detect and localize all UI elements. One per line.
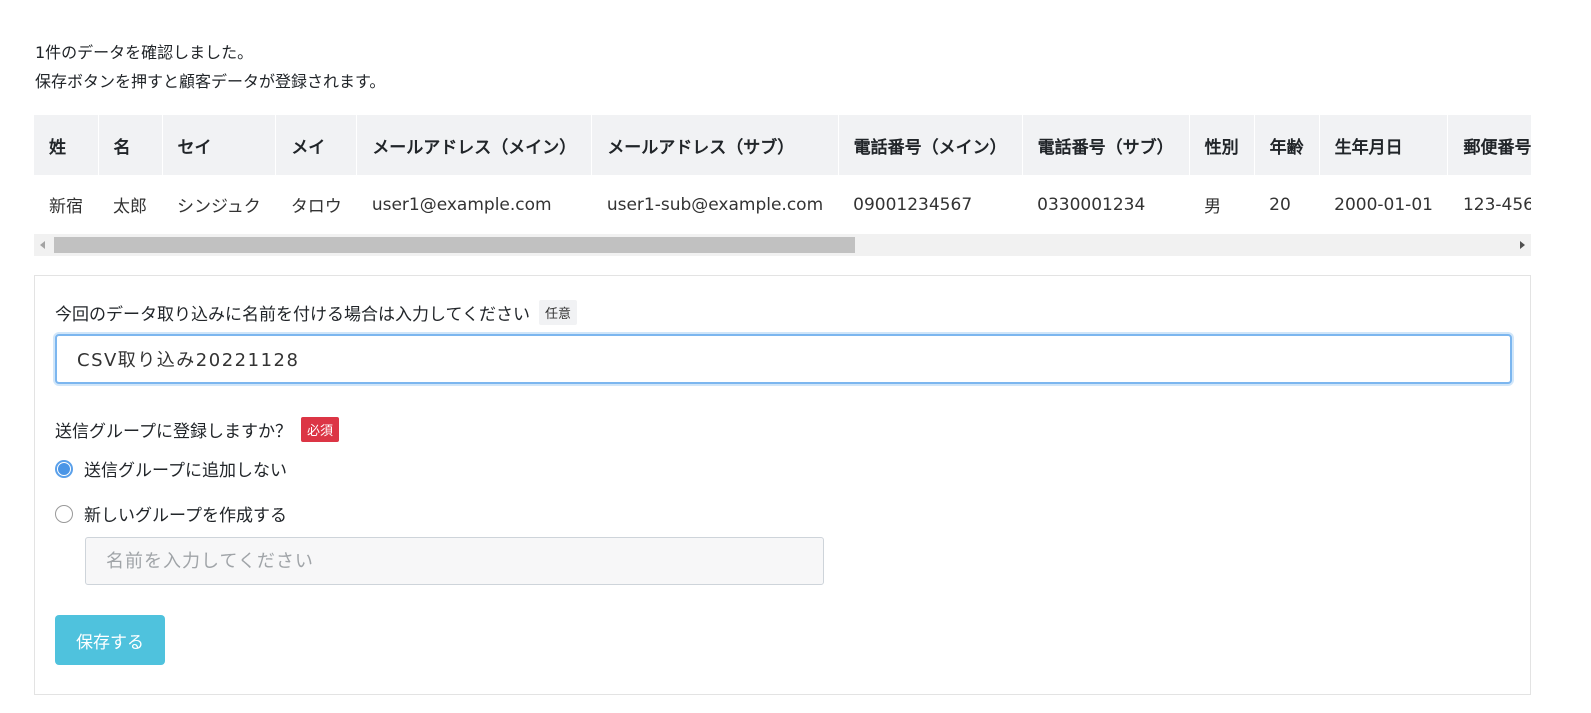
radio-option-new-group[interactable]: 新しいグループを作成する: [55, 501, 287, 526]
column-header-gender: 性別: [1189, 115, 1255, 175]
radio-new-group[interactable]: [55, 504, 73, 523]
cell-age: 20: [1269, 194, 1291, 215]
cell-last-name-kana: シンジュク: [177, 197, 261, 217]
column-header-last-name: 姓: [34, 115, 99, 175]
cell-last-name: 新宿: [49, 197, 83, 217]
radio-option-no-group[interactable]: 送信グループに追加しない: [55, 456, 287, 481]
intro-line-2: 保存ボタンを押すと顧客データが登録されます。: [35, 72, 386, 91]
cell-email-sub: user1-sub@example.com: [606, 194, 824, 215]
group-question-row: 送信グループに登録しますか？ 必須: [55, 417, 339, 442]
column-header-email-sub: メールアドレス（サブ）: [591, 115, 839, 175]
cell-gender: 男: [1204, 197, 1222, 217]
cell-birthdate: 2000-01-01: [1334, 194, 1433, 215]
save-button[interactable]: 保存する: [55, 615, 165, 665]
column-header-first-name-kana: メイ: [275, 115, 358, 175]
preview-table: 姓 名 セイ メイ メールアドレス（メイン） メールアドレス（サブ） 電話番号（…: [34, 115, 1531, 234]
column-header-phone-sub: 電話番号（サブ）: [1022, 115, 1190, 175]
cell-phone-main: 09001234567: [853, 194, 973, 215]
column-header-phone-main: 電話番号（メイン）: [838, 115, 1023, 175]
cell-postal-code: 123-4567: [1462, 194, 1531, 215]
scrollbar-thumb[interactable]: [54, 237, 855, 253]
page: 1件のデータを確認しました。 保存ボタンを押すと顧客データが登録されます。 姓 …: [0, 0, 1591, 713]
optional-badge: 任意: [538, 300, 577, 325]
cell-phone-sub: 0330001234: [1037, 194, 1146, 215]
group-question-label: 送信グループに登録しますか？: [55, 422, 292, 442]
cell-first-name: 太郎: [113, 197, 147, 217]
import-name-input[interactable]: [55, 334, 1512, 384]
import-settings-panel: 今回のデータ取り込みに名前を付ける場合は入力してください 任意 送信グループに登…: [34, 275, 1531, 695]
column-header-age: 年齢: [1254, 115, 1320, 175]
column-header-postal-code: 郵便番号: [1447, 115, 1531, 175]
table-header-row: 姓 名 セイ メイ メールアドレス（メイン） メールアドレス（サブ） 電話番号（…: [34, 115, 1531, 175]
table-row: 新宿 太郎 シンジュク タロウ user1@example.com user1-…: [34, 175, 1531, 234]
intro-message: 1件のデータを確認しました。 保存ボタンを押すと顧客データが登録されます。: [35, 38, 385, 96]
cell-first-name-kana: タロウ: [290, 197, 342, 217]
import-name-label: 今回のデータ取り込みに名前を付ける場合は入力してください: [55, 305, 530, 325]
scroll-right-arrow-icon[interactable]: [1520, 241, 1525, 249]
intro-line-1: 1件のデータを確認しました。: [35, 43, 254, 62]
radio-new-group-label[interactable]: 新しいグループを作成する: [84, 501, 287, 526]
column-header-first-name: 名: [98, 115, 163, 175]
cell-email-main: user1@example.com: [371, 194, 552, 215]
required-badge: 必須: [300, 417, 339, 442]
group-name-input[interactable]: [85, 537, 824, 585]
radio-no-group[interactable]: [55, 459, 73, 478]
preview-table-container: 姓 名 セイ メイ メールアドレス（メイン） メールアドレス（サブ） 電話番号（…: [34, 115, 1531, 256]
preview-table-viewport: 姓 名 セイ メイ メールアドレス（メイン） メールアドレス（サブ） 電話番号（…: [34, 115, 1531, 234]
scroll-left-arrow-icon[interactable]: [40, 241, 45, 249]
import-name-label-row: 今回のデータ取り込みに名前を付ける場合は入力してください 任意: [55, 300, 577, 325]
radio-no-group-label[interactable]: 送信グループに追加しない: [84, 456, 287, 481]
column-header-birthdate: 生年月日: [1319, 115, 1449, 175]
column-header-last-name-kana: セイ: [162, 115, 277, 175]
column-header-email-main: メールアドレス（メイン）: [356, 115, 593, 175]
horizontal-scrollbar[interactable]: [34, 234, 1531, 256]
